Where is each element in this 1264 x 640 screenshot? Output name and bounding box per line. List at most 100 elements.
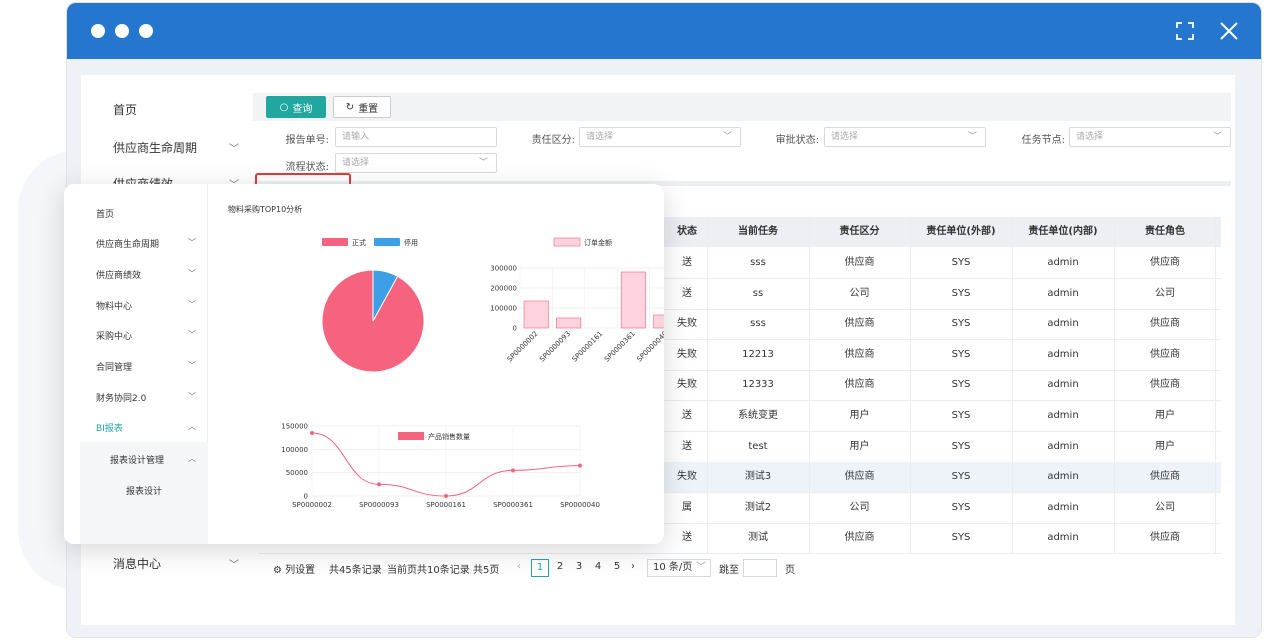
menu-item-finance[interactable]: 财务协同2.0 (96, 391, 146, 404)
table-cell: admin (1047, 348, 1079, 360)
table-cell: 送 (682, 410, 692, 421)
table-cell: 公司 (849, 287, 870, 299)
chevron-down-icon: ﹀ (188, 392, 196, 401)
resp-area-select[interactable]: 请选择 ﹀ (579, 127, 741, 147)
menu-item-label: 首页 (96, 210, 115, 220)
tick-label: 100000 (490, 305, 517, 313)
task-node-select[interactable]: 请选择 ﹀ (1069, 127, 1231, 147)
table-header-cell[interactable]: 责任区分 (809, 217, 910, 247)
page-2[interactable]: 2 (551, 559, 569, 577)
fullscreen-icon[interactable] (1173, 19, 1197, 43)
tick-label: 0 (513, 325, 517, 333)
page-4[interactable]: 4 (589, 559, 607, 577)
table-cell: 供应商 (1150, 318, 1180, 330)
column-divider (1215, 217, 1216, 553)
menu-item-performance[interactable]: 供应商绩效 (96, 268, 141, 281)
table-cell: 12333 (742, 379, 774, 391)
table-cell: ss (752, 287, 764, 299)
table-cell: 供应商 (1150, 379, 1180, 391)
table-cell: admin (1047, 379, 1079, 391)
table-cell: 供应商 (1150, 257, 1180, 268)
menu-item-purchase[interactable]: 采购中心 (96, 329, 132, 342)
table-cell: test (748, 440, 768, 452)
sidebar-item-label: 消息中心 (113, 557, 162, 571)
flow-status-select[interactable]: 请选择 ﹀ (335, 153, 497, 173)
table-cell: 测试2 (744, 501, 772, 513)
close-icon[interactable] (1217, 19, 1241, 43)
menu-item-contract[interactable]: 合同管理 (96, 360, 132, 373)
submenu-group[interactable]: 报表设计管理 (110, 453, 164, 466)
column-divider (1114, 217, 1115, 553)
toolbar: ○ 查询 ↻ 重置 (253, 93, 1231, 121)
table-cell: 送 (682, 257, 692, 268)
tick-label: 200000 (490, 285, 517, 293)
table-cell: 12213 (742, 348, 774, 360)
table-cell: 供应商 (844, 318, 875, 330)
table-cell: 供应商 (844, 471, 875, 483)
table-header-cell[interactable]: 状态 (667, 217, 707, 247)
approval-select[interactable]: 请选择 ﹀ (824, 127, 986, 147)
tick-label: 300000 (490, 265, 517, 273)
legend-label: 正式 (352, 238, 366, 247)
page-5[interactable]: 5 (608, 559, 626, 577)
table-cell: SYS (951, 501, 971, 513)
sidebar-item-lifecycle[interactable]: 供应商生命周期 (113, 139, 197, 156)
refresh-icon: ↻ (345, 101, 355, 113)
table-header-cell[interactable]: 当前任务 (707, 217, 809, 247)
sidebar-item-messages[interactable]: 消息中心 (113, 555, 161, 572)
prev-page-icon[interactable]: ‹ (517, 561, 521, 572)
column-settings-label: 列设置 (285, 565, 316, 576)
chevron-down-icon: ﹀ (967, 132, 977, 142)
select-placeholder: 请选择 (1076, 132, 1104, 142)
table-cell: 失败 (677, 471, 697, 483)
reset-button[interactable]: ↻ 重置 (333, 96, 391, 118)
window-dot[interactable] (115, 24, 129, 38)
table-cell: 供应商 (844, 379, 875, 391)
submenu-item-report-design[interactable]: 报表设计 (126, 484, 162, 497)
approval-label: 审批状态: (775, 135, 819, 146)
menu-item-bi[interactable]: BI报表 (96, 421, 123, 434)
table-cell: SYS (951, 287, 971, 299)
table-cell: 送 (682, 287, 692, 299)
chevron-down-icon: ﹀ (229, 560, 239, 571)
table-cell: sss (750, 318, 766, 330)
report-no-input[interactable]: 请输入 (335, 127, 497, 147)
menu-item-home[interactable]: 首页 (96, 207, 114, 220)
menu-item-label: 供应商生命周期 (96, 240, 160, 250)
page-size-label: 10 条/页 (653, 562, 693, 573)
window-dot[interactable] (139, 24, 153, 38)
sidebar-item-label: 首页 (113, 103, 138, 117)
table-cell: 公司 (1155, 287, 1175, 299)
jump-input[interactable] (743, 559, 777, 577)
tick-label: SP0000040 (635, 330, 664, 364)
table-header-cell[interactable]: 责任角色 (1114, 217, 1216, 247)
page-records: 当前页共10条记录 (387, 565, 470, 576)
title-bar (67, 3, 1261, 59)
column-settings-button[interactable]: ⚙ 列设置 (273, 561, 315, 576)
next-page-icon[interactable]: › (631, 561, 635, 572)
resp-area-label: 责任区分: (531, 135, 575, 146)
table-header-cell[interactable]: 责任单位(外部) (910, 217, 1012, 247)
task-node-label: 任务节点: (1021, 135, 1065, 146)
menu-item-material[interactable]: 物料中心 (96, 299, 132, 312)
bar (653, 314, 664, 329)
sidebar-item-home[interactable]: 首页 (113, 101, 137, 118)
page-3[interactable]: 3 (570, 559, 588, 577)
flow-status-label: 流程状态: (285, 162, 329, 173)
page-1[interactable]: 1 (531, 559, 549, 577)
select-placeholder: 请选择 (831, 132, 859, 142)
menu-item-label: BI报表 (96, 424, 123, 434)
page-size-select[interactable]: 10 条/页 ﹀ (647, 559, 711, 577)
tick-label: SP0000040 (560, 501, 600, 509)
chevron-up-icon: ︿ (188, 422, 196, 431)
bar (556, 317, 582, 329)
table-header-cell[interactable]: 责任单位(内部) (1012, 217, 1114, 247)
query-button[interactable]: ○ 查询 (266, 96, 326, 118)
total-records: 共45条记录 (329, 565, 382, 576)
menu-item-lifecycle[interactable]: 供应商生命周期 (96, 237, 159, 250)
data-point (444, 494, 448, 498)
table-cell: 送 (682, 532, 692, 544)
tick-label: SP0000093 (538, 330, 572, 364)
table-cell: 公司 (1155, 501, 1175, 513)
window-dot[interactable] (91, 24, 105, 38)
